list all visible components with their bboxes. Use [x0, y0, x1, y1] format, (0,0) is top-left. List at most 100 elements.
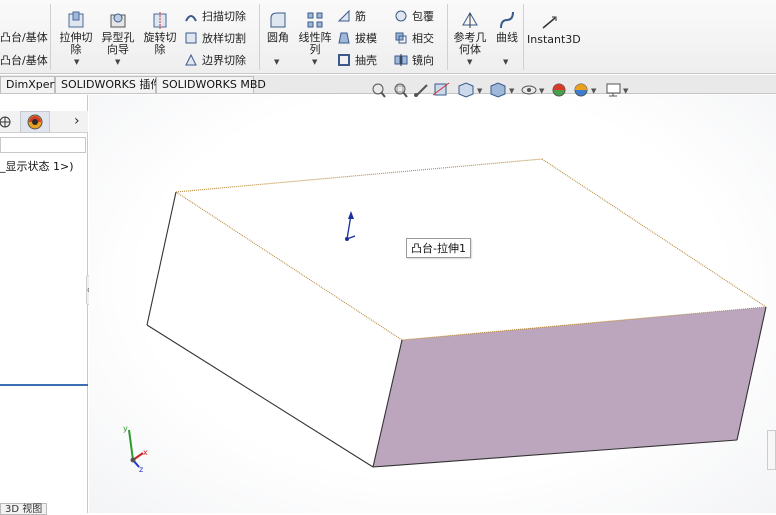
boundary-cut-button[interactable]: 边界切除	[184, 53, 246, 68]
svg-text:y: y	[123, 424, 128, 433]
lofted-cut-label: 放样切割	[202, 32, 246, 45]
hole-wizard-button[interactable]: 异型孔 向导	[97, 10, 139, 56]
lofted-cut-icon	[185, 32, 197, 44]
panel-divider	[0, 384, 88, 386]
chevron-down-icon[interactable]: ▼	[467, 58, 472, 66]
tab-3d-view-label: 3D 视图	[5, 504, 43, 515]
boss-base-label-1: 凸台/基体	[0, 31, 48, 44]
intersect-icon	[395, 32, 407, 44]
tree-item-display-state-label: _显示状态 1>)	[0, 160, 74, 173]
mirror-button[interactable]: 镜向	[394, 53, 434, 68]
task-pane-tab[interactable]	[767, 430, 776, 470]
swept-cut-label: 扫描切除	[202, 10, 246, 23]
chevron-down-icon[interactable]: ▼	[477, 87, 483, 95]
reference-geometry-button[interactable]: 参考几 何体	[450, 10, 490, 56]
fillet-button[interactable]: 圆角	[263, 10, 293, 44]
ribbon-separator	[447, 4, 448, 70]
tab-3d-view[interactable]: 3D 视图	[0, 503, 48, 515]
appearance-sphere-icon	[27, 114, 43, 130]
chevron-down-icon[interactable]: ▼	[115, 58, 120, 66]
chevron-down-icon[interactable]: ▼	[312, 58, 317, 66]
shell-icon	[338, 54, 350, 66]
rib-label: 筋	[355, 10, 366, 23]
revolved-cut-icon	[153, 12, 167, 29]
crosshair-icon[interactable]	[0, 114, 16, 130]
tree-item-display-state[interactable]: _显示状态 1>)	[0, 158, 74, 174]
tab-solidworks-addins-label: SOLIDWORKS 插件	[61, 78, 162, 91]
rib-button[interactable]: 筋	[337, 9, 366, 24]
linear-pattern-button[interactable]: 线性阵 列	[295, 10, 335, 56]
tab-display-manager[interactable]	[20, 111, 50, 133]
chevron-down-icon[interactable]: ▼	[503, 58, 508, 66]
svg-text:z: z	[139, 465, 143, 474]
linear-pattern-icon	[307, 12, 323, 28]
intersect-button[interactable]: 相交	[394, 31, 434, 46]
fillet-icon	[270, 12, 286, 28]
chevron-down-icon[interactable]: ▼	[274, 58, 279, 66]
instant3d-button[interactable]: Instant3D	[527, 14, 581, 46]
feature-tooltip-text: 凸台-拉伸1	[411, 242, 466, 255]
extruded-cut-button[interactable]: 拉伸切 除	[56, 10, 96, 56]
instant3d-label: Instant3D	[527, 33, 581, 46]
feature-manager-panel: › _显示状态 1>)	[0, 95, 88, 513]
extruded-cut-label-2: 除	[70, 43, 82, 56]
fillet-label: 圆角	[267, 31, 289, 44]
lofted-cut-button[interactable]: 放样切割	[184, 31, 246, 46]
section-view-icon[interactable]	[432, 82, 450, 96]
chevron-down-icon[interactable]: ▼	[539, 87, 545, 95]
revolved-cut-label-2: 除	[154, 43, 166, 56]
model-view: y x z	[123, 158, 767, 474]
mirror-icon	[394, 54, 408, 66]
feature-tooltip-label[interactable]: 凸台-拉伸1	[406, 238, 471, 258]
draft-label: 拔模	[355, 32, 377, 45]
graphics-area[interactable]: ▼ ▼ ▼ ▼ ▼ y x z 凸台-拉伸1	[89, 82, 776, 513]
boundary-cut-label: 边界切除	[202, 54, 246, 67]
chevron-down-icon[interactable]: ▼	[509, 87, 515, 95]
curves-button[interactable]: 曲线	[492, 10, 522, 44]
chevron-down-icon[interactable]: ▼	[591, 87, 597, 95]
wrap-label: 包覆	[412, 10, 434, 23]
tab-solidworks-mbd-label: SOLIDWORKS MBD	[162, 78, 266, 91]
swept-cut-icon	[185, 15, 197, 22]
hide-show-items-icon[interactable]	[521, 85, 537, 95]
hole-wizard-icon	[110, 13, 126, 28]
ribbon-separator	[523, 4, 524, 70]
ribbon-separator	[259, 4, 260, 70]
svg-text:x: x	[143, 448, 148, 457]
view-triad-icon: y x z	[123, 424, 148, 474]
tab-dimxpert-label: DimXpert	[6, 78, 59, 91]
revolved-cut-button[interactable]: 旋转切 除	[140, 10, 180, 56]
instant3d-icon	[542, 16, 557, 29]
reference-geometry-icon	[462, 12, 478, 28]
chevron-down-icon[interactable]: ▼	[74, 58, 79, 66]
wrap-icon	[395, 10, 407, 22]
reference-geometry-label-2: 何体	[459, 43, 481, 56]
curves-label: 曲线	[496, 31, 518, 44]
mirror-label: 镜向	[412, 54, 434, 67]
wrap-button[interactable]: 包覆	[394, 9, 434, 24]
chevron-down-icon[interactable]: ▼	[623, 87, 629, 95]
boss-base-label-2: 凸台/基体	[0, 54, 48, 67]
boss-base-button-1[interactable]: 凸台/基体	[0, 31, 48, 45]
linear-pattern-label-2: 列	[309, 43, 321, 56]
boss-base-button-2[interactable]: 凸台/基体	[0, 54, 48, 68]
tab-solidworks-addins[interactable]: SOLIDWORKS 插件	[55, 76, 161, 93]
shell-button[interactable]: 抽壳	[337, 53, 377, 68]
draft-icon	[338, 32, 350, 44]
swept-cut-button[interactable]: 扫描切除	[184, 9, 246, 24]
panel-tab-strip: ›	[0, 111, 88, 133]
intersect-label: 相交	[412, 32, 434, 45]
extruded-cut-icon	[68, 11, 84, 28]
command-manager-ribbon: 凸台/基体 凸台/基体 拉伸切 除 ▼ 异型孔 向导 ▼ 旋转切 除 扫描切除 …	[0, 0, 776, 74]
filter-input[interactable]	[0, 137, 86, 153]
ribbon-separator	[50, 4, 51, 70]
tab-solidworks-mbd[interactable]: SOLIDWORKS MBD	[156, 76, 266, 93]
boundary-cut-icon	[185, 53, 197, 66]
rib-icon	[337, 9, 350, 22]
shell-label: 抽壳	[355, 54, 377, 67]
hole-wizard-label-2: 向导	[107, 43, 129, 56]
chevron-right-icon[interactable]: ›	[74, 113, 80, 129]
curves-icon	[500, 11, 514, 29]
draft-button[interactable]: 拔模	[337, 31, 377, 46]
tab-dimxpert[interactable]: DimXpert	[0, 76, 59, 93]
